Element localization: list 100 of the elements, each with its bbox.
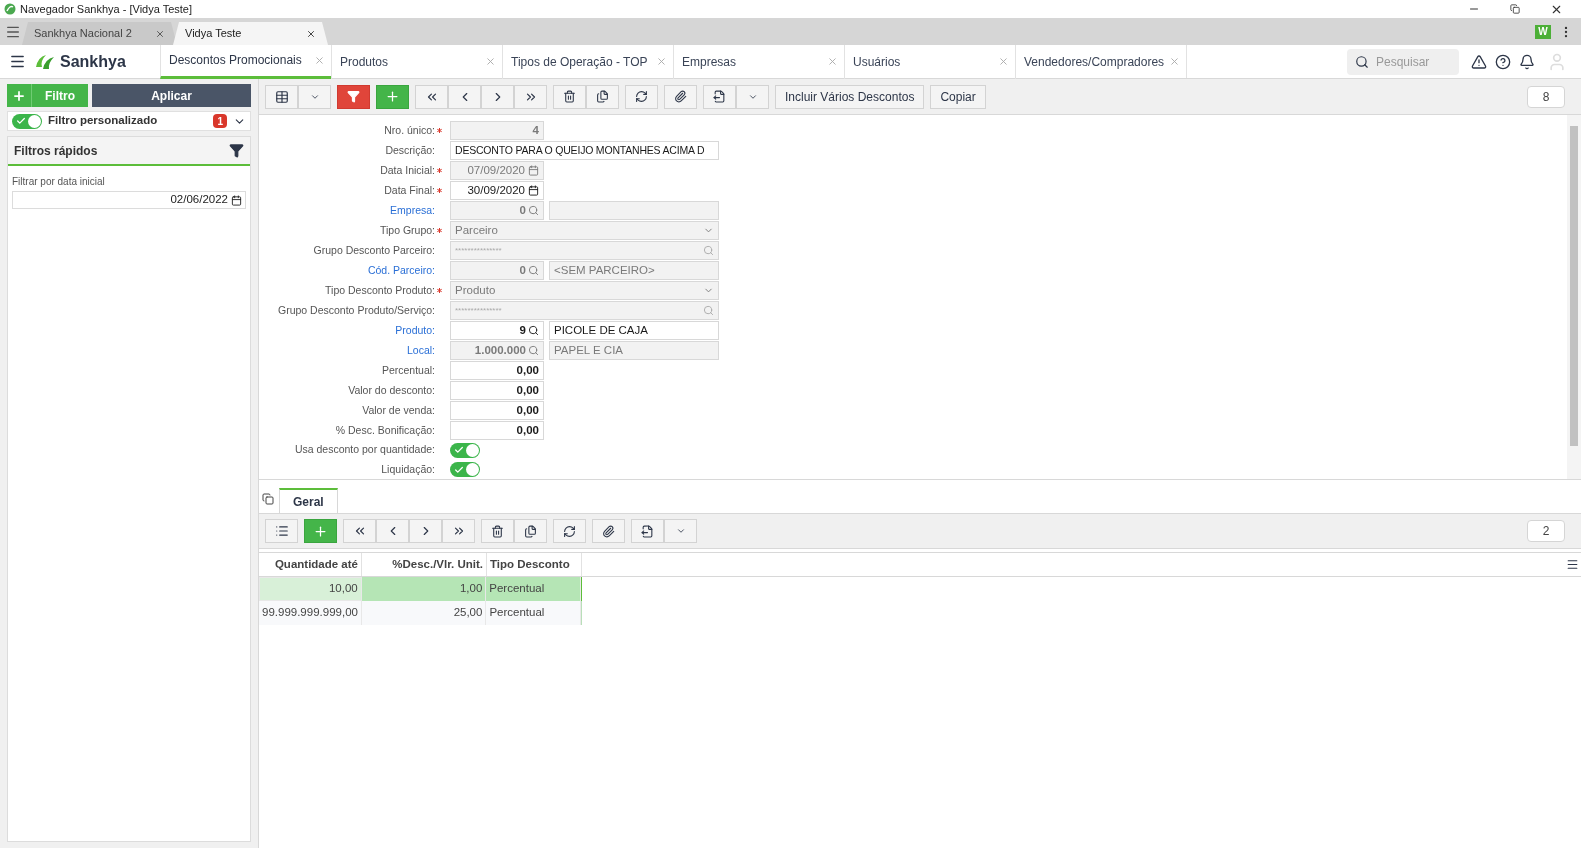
delete-button[interactable]	[553, 84, 586, 109]
quick-filters-title: Filtros rápidos	[14, 142, 98, 160]
export-button[interactable]	[703, 84, 736, 109]
field-label: Valor de venda:	[362, 402, 435, 418]
input-field[interactable]: 0,00	[450, 401, 544, 420]
warning-icon	[1471, 53, 1487, 70]
refresh-icon	[635, 90, 648, 103]
refresh-button[interactable]	[625, 84, 658, 109]
column-header[interactable]: Tipo Desconto	[487, 553, 582, 576]
list-icon	[274, 524, 289, 538]
browser-tab[interactable]: Sankhya Nacional 2	[22, 22, 177, 45]
duplicate-button[interactable]	[514, 519, 547, 543]
toggle-switch[interactable]	[450, 442, 480, 458]
field-label: Grupo Desconto Parceiro:	[313, 242, 435, 258]
close-icon	[485, 56, 496, 67]
trash-icon	[491, 524, 504, 538]
attach-button[interactable]	[592, 519, 625, 543]
apply-button[interactable]: Aplicar	[92, 84, 251, 107]
screen-tab[interactable]: Produtos	[331, 44, 502, 79]
paperclip-icon	[602, 524, 615, 538]
detail-tab[interactable]: Geral	[279, 488, 338, 513]
field-label: % Desc. Bonificação:	[335, 422, 435, 438]
date-field[interactable]: 30/09/2020	[450, 181, 544, 200]
date-filter-label: Filtrar por data inicial	[12, 175, 106, 189]
search-icon	[703, 305, 714, 316]
logo-icon	[34, 52, 56, 71]
delete-button[interactable]	[481, 519, 514, 543]
description-field: PAPEL E CIA	[549, 341, 719, 360]
attach-button[interactable]	[664, 84, 697, 109]
first-button[interactable]	[415, 84, 448, 109]
input-field[interactable]: 0,00	[450, 381, 544, 400]
last-button[interactable]	[442, 519, 475, 543]
caret-icon	[675, 526, 686, 536]
search-icon	[528, 345, 539, 356]
table-cell: 25,00	[361, 601, 487, 625]
calendar-icon	[231, 194, 242, 206]
date-value: 30/09/2020	[467, 182, 525, 198]
screen-tab[interactable]: Tipos de Operação - TOP	[502, 44, 673, 79]
search-icon	[528, 325, 539, 336]
lookup-value: 9	[519, 322, 526, 338]
column-menu-icon	[1566, 558, 1579, 571]
field-label: Tipo Grupo:	[379, 222, 435, 238]
duplicate-icon	[596, 90, 609, 103]
toolbar-button[interactable]: Incluir Vários Descontos	[775, 84, 925, 109]
column-header[interactable]: Quantidade até	[259, 553, 362, 576]
table-row[interactable]: 10,00 1,00 Percentual	[259, 577, 582, 601]
lookup-value: 0	[519, 262, 526, 278]
duplicate-button[interactable]	[586, 84, 619, 109]
help-icon	[1495, 53, 1511, 70]
screen-tab[interactable]: Empresas	[673, 44, 844, 79]
refresh-button[interactable]	[553, 519, 586, 543]
check-icon	[454, 464, 464, 475]
scrollbar[interactable]	[1567, 115, 1581, 479]
table-cell: 99.999.999.999,00	[259, 601, 362, 625]
close-icon	[998, 56, 1009, 67]
last-button[interactable]	[514, 84, 547, 109]
field-label: Usa desconto por quantidade:	[294, 442, 435, 458]
column-header[interactable]: %Desc./Vlr. Unit.	[362, 553, 487, 576]
input-field[interactable]: 0,00	[450, 361, 544, 380]
close-icon	[1169, 56, 1180, 67]
screen-tab[interactable]: Usuários	[844, 44, 1015, 79]
export-icon	[641, 524, 654, 538]
screen-tab[interactable]: Vendedores/Compradores	[1015, 44, 1186, 79]
field-label: Liquidação:	[381, 461, 435, 477]
refresh-icon	[563, 524, 576, 538]
grid-view-button[interactable]	[265, 84, 298, 109]
field-label: Data Inicial:	[380, 162, 435, 178]
list-view-button[interactable]	[265, 519, 298, 543]
table-row[interactable]: 99.999.999.999,00 25,00 Percentual	[259, 601, 582, 625]
toggle-switch[interactable]	[450, 462, 480, 478]
input-field[interactable]: DESCONTO PARA O QUEIJO MONTANHES ACIMA D	[450, 141, 719, 160]
close-icon	[827, 56, 838, 67]
first-button[interactable]	[343, 519, 376, 543]
field-label: Descrição:	[385, 142, 435, 158]
field-label[interactable]: Produto:	[395, 322, 435, 339]
field-label: Data Final:	[384, 182, 435, 198]
check-icon	[16, 116, 26, 126]
field-label: Valor do desconto:	[348, 382, 435, 398]
app-logo-icon	[4, 3, 16, 15]
close-icon	[155, 28, 165, 39]
pages-icon	[262, 493, 274, 505]
browser-tab[interactable]: Vidya Teste	[173, 22, 328, 45]
filter-icon	[347, 90, 360, 103]
paperclip-icon	[674, 90, 687, 103]
date-field[interactable]: 02/06/2022	[12, 191, 246, 209]
calendar-icon	[528, 165, 539, 176]
toggle-switch[interactable]	[12, 113, 42, 129]
restore-icon	[1510, 4, 1520, 14]
select-value: Parceiro	[455, 222, 498, 238]
field-label: Grupo Desconto Produto/Serviço:	[278, 302, 435, 318]
toolbar-button[interactable]: Copiar	[930, 84, 986, 109]
input-field[interactable]: 0,00	[450, 421, 544, 440]
plus-icon	[385, 89, 400, 104]
add-button[interactable]	[376, 84, 409, 109]
add-button[interactable]	[304, 519, 337, 543]
date-value: 07/09/2020	[467, 162, 525, 178]
filter-button[interactable]	[337, 84, 370, 109]
field-label: Tipo Desconto Produto:	[325, 282, 435, 298]
export-button[interactable]	[631, 519, 664, 543]
lookup-field[interactable]: 9	[450, 321, 544, 340]
